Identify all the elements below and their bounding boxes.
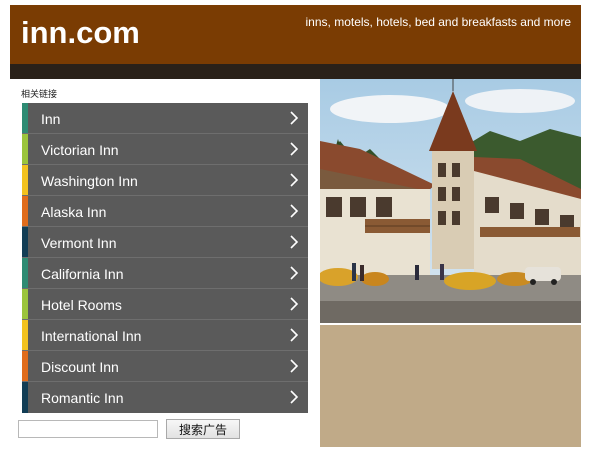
link-item-alaska-inn[interactable]: Alaska Inn: [22, 196, 308, 227]
link-accent: [22, 320, 28, 350]
related-links-title: 相关链接: [21, 89, 58, 99]
site-tagline: inns, motels, hotels, bed and breakfasts…: [305, 15, 571, 29]
chevron-right-icon: [290, 204, 299, 218]
link-item-hotel-rooms[interactable]: Hotel Rooms: [22, 289, 308, 320]
related-links-panel: 相关链接 Inn Victorian Inn Washington Inn Al…: [10, 79, 320, 447]
link-item-washington-inn[interactable]: Washington Inn: [22, 165, 308, 196]
chevron-right-icon: [290, 266, 299, 280]
chevron-right-icon: [290, 390, 299, 404]
site-header: inn.com inns, motels, hotels, bed and br…: [10, 5, 581, 64]
chevron-right-icon: [290, 111, 299, 125]
related-links-list: Inn Victorian Inn Washington Inn Alaska …: [22, 103, 308, 413]
link-accent: [22, 227, 28, 257]
link-label: Inn: [41, 111, 61, 127]
link-label: Discount Inn: [41, 359, 119, 375]
link-label: Romantic Inn: [41, 390, 124, 406]
page: inn.com inns, motels, hotels, bed and br…: [0, 0, 600, 454]
link-item-california-inn[interactable]: California Inn: [22, 258, 308, 289]
link-label: International Inn: [41, 328, 142, 344]
ad-search-input[interactable]: [18, 420, 158, 438]
chevron-right-icon: [290, 235, 299, 249]
chevron-right-icon: [290, 142, 299, 156]
link-accent: [22, 351, 28, 381]
link-label: Hotel Rooms: [41, 297, 122, 313]
link-accent: [22, 196, 28, 226]
link-item-victorian-inn[interactable]: Victorian Inn: [22, 134, 308, 165]
link-item-discount-inn[interactable]: Discount Inn: [22, 351, 308, 382]
link-label: Washington Inn: [41, 173, 138, 189]
search-ads-button[interactable]: 搜索广告: [166, 419, 240, 439]
link-item-international-inn[interactable]: International Inn: [22, 320, 308, 351]
link-item-inn[interactable]: Inn: [22, 103, 308, 134]
link-label: California Inn: [41, 266, 124, 282]
link-item-romantic-inn[interactable]: Romantic Inn: [22, 382, 308, 413]
link-label: Alaska Inn: [41, 204, 107, 220]
link-label: Victorian Inn: [41, 142, 119, 158]
link-accent: [22, 258, 28, 288]
chevron-right-icon: [290, 328, 299, 342]
photo-panel: [320, 79, 581, 447]
chevron-right-icon: [290, 297, 299, 311]
link-accent: [22, 382, 28, 413]
link-accent: [22, 103, 28, 133]
link-accent: [22, 134, 28, 164]
link-accent: [22, 165, 28, 195]
link-label: Vermont Inn: [41, 235, 117, 251]
site-title[interactable]: inn.com: [21, 15, 140, 51]
header-divider-bar: [10, 64, 581, 79]
chevron-right-icon: [290, 359, 299, 373]
link-accent: [22, 289, 28, 319]
village-inn-photo: [320, 79, 581, 325]
link-item-vermont-inn[interactable]: Vermont Inn: [22, 227, 308, 258]
chevron-right-icon: [290, 173, 299, 187]
